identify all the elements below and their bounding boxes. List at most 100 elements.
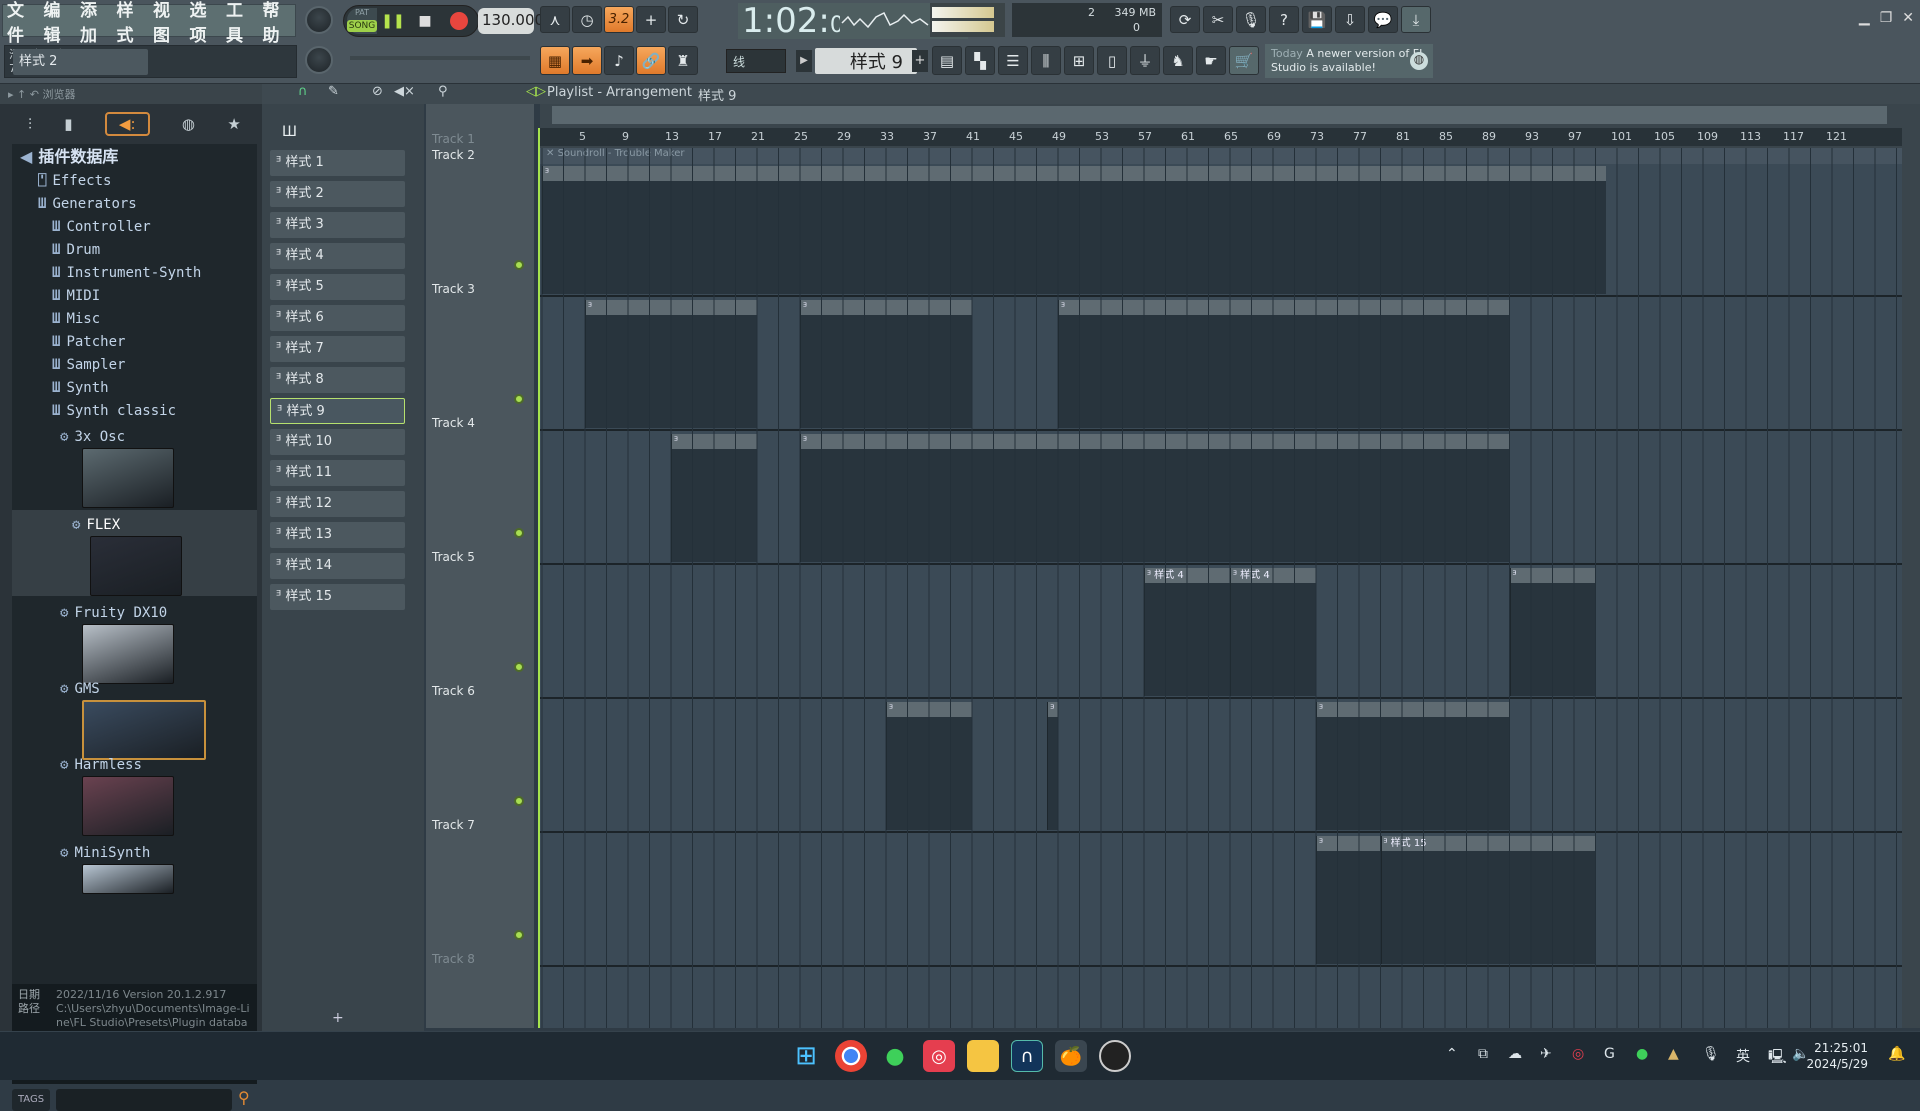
add-pattern-plus[interactable]: +	[332, 1010, 344, 1026]
magnet-icon[interactable]: ∩	[298, 84, 308, 99]
track-lane[interactable]: ᴲ ᴲ 样式 15	[540, 834, 1902, 967]
chat-icon[interactable]: 💬	[1368, 6, 1398, 33]
tree-item-instrument-synth[interactable]: Ш Instrument-Synth	[52, 262, 201, 284]
track-header[interactable]: Track 3	[428, 278, 528, 412]
pause-button[interactable]: ❚❚	[380, 8, 406, 34]
close-icon[interactable]: ✕	[1902, 10, 1914, 26]
track-header[interactable]: Track 7	[428, 814, 528, 948]
track-header[interactable]: Track 5	[428, 546, 528, 680]
logitech-icon[interactable]: G	[1604, 1046, 1615, 1062]
wait-input-button[interactable]: ◷	[572, 6, 602, 33]
vertical-scrollbar[interactable]	[1902, 104, 1920, 1028]
mixer-icon[interactable]: ⫼	[1031, 46, 1061, 75]
mixer-knob-icon[interactable]: ♜	[668, 46, 698, 75]
pattern-item[interactable]: ᴲ 样式 7	[270, 336, 405, 362]
menu-options[interactable]: 选项	[190, 0, 223, 46]
menu-edit[interactable]: 编辑	[44, 0, 77, 46]
main-slider[interactable]	[350, 56, 530, 60]
plugin-item[interactable]: ⚙ Fruity DX10	[60, 602, 167, 624]
pattern-clip[interactable]: ᴲ	[1316, 702, 1510, 830]
tree-item-effects[interactable]: ⍞ Effects	[38, 170, 111, 192]
track-active-led[interactable]	[514, 930, 524, 940]
track-header[interactable]: Track 6	[428, 680, 528, 814]
start-icon[interactable]: ⊞	[790, 1040, 822, 1072]
track-lane[interactable]: ᴲ ᴲ ᴲ	[540, 298, 1902, 431]
pattern-item[interactable]: ᴲ 样式 13	[270, 522, 405, 548]
tree-item-patcher[interactable]: Ш Patcher	[52, 331, 125, 353]
tree-item-midi[interactable]: Ш MIDI	[52, 285, 100, 307]
record-button[interactable]	[450, 12, 468, 30]
download-icon[interactable]: ⤓	[1401, 6, 1431, 33]
ime-indicator[interactable]: 英	[1736, 1046, 1750, 1066]
clock[interactable]: 21:25:01 2024/5/29	[1806, 1040, 1868, 1072]
piano-roll-icon[interactable]: ♪	[604, 46, 634, 75]
tree-item-misc[interactable]: Ш Misc	[52, 308, 100, 330]
track-header[interactable]: Track 2	[428, 144, 528, 278]
track-active-led[interactable]	[514, 528, 524, 538]
audio-clip-track1[interactable]: ✕ Soundroll - Trouble Maker	[540, 148, 1902, 164]
pattern-item[interactable]: ᴲ 样式 2	[270, 181, 405, 207]
menu-tools[interactable]: 工具	[226, 0, 259, 46]
playlist-view-icon[interactable]: ▤	[932, 46, 962, 75]
playlist-grid[interactable]: ✕ Soundroll - Trouble Maker ᴲ ᴲ ᴲ ᴲ ᴲ ᴲ …	[540, 148, 1902, 1028]
plugin-item[interactable]: ⚙ 3x Osc	[60, 426, 125, 448]
bar-numbers[interactable]: 5 9 13 17 21 25 29 33 37 41 45 49 53 57 61 65 69 73 77 81 85…	[540, 128, 1902, 146]
plugin-icon[interactable]: ⏚	[1130, 46, 1160, 75]
track-lane[interactable]: ᴲ	[540, 164, 1902, 297]
tray-chevron-icon[interactable]: ⌃	[1446, 1046, 1458, 1062]
wechat-icon[interactable]: ●	[879, 1040, 911, 1072]
files-tab-icon[interactable]: ▮	[64, 115, 72, 133]
pattern-prev-icon[interactable]: ▶	[796, 50, 812, 72]
security-icon[interactable]: ▲	[1668, 1046, 1679, 1062]
browser-icon[interactable]: ⊞	[1064, 46, 1094, 75]
pencil-icon[interactable]: ✎	[328, 84, 339, 99]
pattern-item[interactable]: ᴲ 样式 15	[270, 584, 405, 610]
network-icon[interactable]: 🖳	[1768, 1046, 1787, 1070]
cart-icon[interactable]: 🛒	[1229, 46, 1259, 75]
playlist-button[interactable]: ▦	[540, 46, 570, 75]
tree-root[interactable]: ◀ 插件数据库	[20, 146, 118, 168]
help-icon[interactable]: ?	[1269, 6, 1299, 33]
pattern-clip[interactable]: ᴲ	[671, 434, 757, 562]
pattern-clip[interactable]: ᴲ 样式 4	[1230, 568, 1316, 696]
online-tab-icon[interactable]: ◍	[182, 115, 195, 133]
pattern-item[interactable]: ᴲ 样式 3	[270, 212, 405, 238]
cut-icon[interactable]: ✂	[1203, 6, 1233, 33]
notification-icon[interactable]: 🔔	[1888, 1046, 1905, 1062]
tempo-display[interactable]: 130.000	[478, 8, 544, 34]
pattern-item[interactable]: ᴲ 样式 6	[270, 305, 405, 331]
pattern-clip[interactable]: ᴲ	[542, 166, 1607, 294]
obs-icon[interactable]	[1099, 1040, 1131, 1072]
tree-item-generators[interactable]: Ш Generators	[38, 193, 137, 215]
chrome-icon[interactable]	[835, 1040, 867, 1072]
arrow-forward-button[interactable]: ➡	[572, 46, 602, 75]
pattern-item[interactable]: ᴲ 样式 14	[270, 553, 405, 579]
track-active-led[interactable]	[514, 662, 524, 672]
tree-item-drum[interactable]: Ш Drum	[52, 239, 100, 261]
fl-studio-icon[interactable]: 🍊	[1055, 1040, 1087, 1072]
loop-record-button[interactable]: ↻	[668, 6, 698, 33]
piano-roll-view-icon[interactable]: ▚	[965, 46, 995, 75]
airplane-icon[interactable]: ✈	[1540, 1046, 1552, 1062]
plugin-thumbnail[interactable]	[82, 624, 174, 684]
piano-icon[interactable]: Ш	[282, 124, 297, 140]
plugin-thumbnail[interactable]	[82, 864, 174, 894]
track-header[interactable]: Track 1	[428, 128, 528, 146]
master-pitch-knob[interactable]	[305, 46, 333, 74]
pattern-clip[interactable]: ᴲ 样式 4	[1144, 568, 1230, 696]
slip-icon[interactable]: ◀×	[394, 84, 415, 99]
add-pattern-icon[interactable]: +	[912, 50, 928, 72]
audio-tab-icon[interactable]: ⫶	[28, 115, 32, 133]
file-explorer-icon[interactable]	[967, 1040, 999, 1072]
track-lane[interactable]: ᴲ ᴲ	[540, 432, 1902, 565]
plugin-thumbnail[interactable]	[82, 700, 206, 760]
tags-input[interactable]	[56, 1089, 232, 1111]
pattern-clip[interactable]: ᴲ	[800, 300, 972, 428]
track-lane[interactable]: ᴲ ᴲ ᴲ	[540, 700, 1902, 833]
track-active-led[interactable]	[514, 260, 524, 270]
track-header[interactable]: Track 4	[428, 412, 528, 546]
news-panel[interactable]: Today A newer version of FL Studio is av…	[1265, 44, 1433, 78]
netease-music-icon[interactable]: ◎	[923, 1040, 955, 1072]
metronome-button[interactable]: ⋏	[540, 6, 570, 33]
wechat-tray-icon[interactable]: ●	[1636, 1046, 1648, 1062]
